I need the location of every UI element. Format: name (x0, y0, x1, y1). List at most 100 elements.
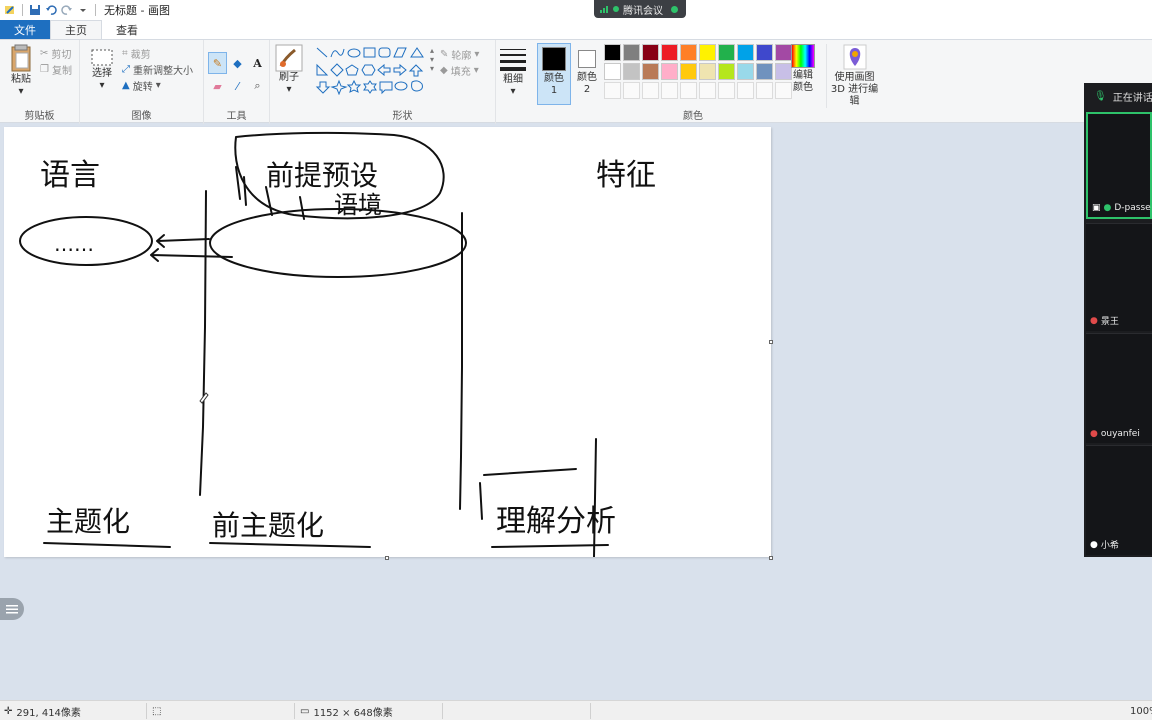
canvas-size-text: 1152 × 648像素 (313, 707, 393, 719)
selection-size: ⬚ (152, 701, 161, 720)
participant-name-row: ● 景王 (1090, 314, 1119, 328)
zoom-level[interactable]: 100% (1130, 701, 1152, 720)
cut-button[interactable]: ✂ 剪切 (40, 45, 72, 61)
participant-tile[interactable]: ▣ ● D-passe (1086, 112, 1152, 219)
fill-icon: ◆ (440, 64, 448, 76)
mic-muted-icon: ● (1090, 315, 1098, 326)
signal-icon (600, 6, 608, 13)
redo-icon[interactable] (61, 4, 73, 16)
group-clipboard: 粘贴 ▾ ✂ 剪切 ❐ 复制 剪贴板 (0, 40, 80, 124)
color-picker-icon[interactable]: ⁄ (228, 75, 247, 97)
window-title: 无标题 - 画图 (104, 4, 170, 17)
clipboard-icon (11, 44, 31, 72)
text-icon[interactable]: A (248, 52, 267, 74)
screen-share-icon: ▣ (1092, 203, 1101, 213)
paste-button[interactable]: 粘贴 ▾ (6, 44, 36, 98)
label-ellipsis: …… (54, 232, 94, 256)
select-label: 选择 (92, 68, 112, 79)
color2-button[interactable]: 颜色 2 (574, 43, 600, 105)
undo-icon[interactable] (45, 4, 57, 16)
paint3d-label: 使用画图 3D 进行编辑 (830, 72, 879, 107)
label-topicalization: 主题化 (46, 505, 130, 538)
participant-tile[interactable]: ● 景王 (1086, 223, 1152, 331)
group-shapes: ▴ ▾ ▾ ✎ 轮廓 ▾ ◆ 填充 ▾ 形状 (310, 40, 496, 124)
tab-home[interactable]: 主页 (50, 20, 102, 39)
arrow-left-top (156, 234, 210, 248)
fill-bucket-icon[interactable]: ◆ (228, 52, 247, 74)
select-rect-icon (91, 49, 113, 66)
resize-handle-right[interactable] (769, 340, 773, 344)
shapes-gallery[interactable] (314, 45, 440, 95)
participant-name-row: ● ouyanfei (1090, 429, 1140, 439)
resize-handle-bottom[interactable] (385, 556, 389, 560)
participant-name-row: ▣ ● D-passe (1092, 203, 1151, 213)
group-label-clipboard: 剪贴板 (24, 111, 55, 122)
copy-icon: ❐ (40, 63, 49, 75)
eraser-icon[interactable]: ▰ (208, 75, 227, 97)
divider-line-right (459, 212, 463, 510)
mic-icon: 🎙 (1094, 91, 1107, 102)
save-icon[interactable] (29, 4, 41, 16)
separator (146, 703, 147, 719)
color2-swatch (578, 50, 596, 68)
meeting-pill-label: 腾讯会议 (623, 5, 663, 17)
label-pre-topicalization: 前主题化 (212, 509, 324, 542)
cursor-position-text: 291, 414像素 (16, 707, 81, 719)
participant-name: 景王 (1100, 317, 1119, 327)
brushes-button[interactable]: 刷子 ▾ (272, 44, 306, 96)
paste-label: 粘贴 (11, 74, 31, 85)
color1-label: 颜色 1 (544, 73, 564, 96)
crop-button[interactable]: ⌗ 裁剪 (122, 45, 193, 61)
crop-icon: ⌗ (122, 47, 128, 59)
floating-menu-button[interactable] (0, 598, 24, 620)
color1-button[interactable]: 颜色 1 (537, 43, 571, 105)
group-image: 选择 ▾ ⌗ 裁剪 ⤢ 重新调整大小 ▲ 旋转 ▾ 图像 (80, 40, 204, 124)
customize-toolbar-icon[interactable] (77, 4, 89, 16)
shapes-scroll-icon[interactable]: ▴ ▾ ▾ (430, 46, 434, 73)
drawing-canvas[interactable]: 语言 前提预设 语境 …… 特征 主题化 前主题化 理解分析 (4, 127, 771, 558)
fill-button[interactable]: ◆ 填充 ▾ (440, 62, 479, 78)
chevron-down-icon: ▾ (99, 80, 105, 91)
edit-colors-button[interactable]: 编辑颜色 (788, 44, 818, 94)
status-bar: ✛ 291, 414像素 ⬚ ▭ 1152 × 648像素 100% (0, 700, 1152, 720)
participant-name: D-passe (1114, 203, 1151, 213)
separator (95, 4, 96, 16)
chevron-down-icon: ▾ (474, 48, 480, 60)
size-label: 粗细 (503, 74, 523, 85)
color1-swatch (542, 47, 566, 71)
paint3d-icon (843, 44, 866, 70)
label-language: 语言 (40, 158, 100, 193)
rotate-button[interactable]: ▲ 旋转 ▾ (122, 77, 193, 93)
underline-pre-topicalization (209, 542, 371, 548)
group-tools: ✎ ◆ A ▰ ⁄ ⌕ 工具 (204, 40, 270, 124)
cursor-position: ✛ 291, 414像素 (4, 701, 81, 720)
resize-handle-corner[interactable] (769, 556, 773, 560)
tab-view[interactable]: 查看 (102, 20, 152, 39)
participant-tile[interactable]: ● ouyanfei (1086, 333, 1152, 443)
group-label-shapes: 形状 (392, 111, 413, 122)
separator (22, 4, 23, 16)
title-bar: 无标题 - 画图 (0, 0, 1152, 20)
canvas-size: ▭ 1152 × 648像素 (300, 701, 393, 720)
participant-name: 小希 (1100, 541, 1119, 551)
meeting-pill[interactable]: 腾讯会议 (594, 0, 686, 18)
magnifier-icon[interactable]: ⌕ (248, 75, 267, 97)
participant-tile[interactable]: ● 小希 (1086, 445, 1152, 555)
paint3d-button[interactable]: 使用画图 3D 进行编辑 (826, 44, 882, 108)
chevron-down-icon: ▾ (510, 86, 516, 97)
expand-icon[interactable] (671, 5, 678, 13)
fill-label: 填充 (450, 66, 471, 78)
resize-button[interactable]: ⤢ 重新调整大小 (122, 61, 193, 77)
pencil-icon[interactable]: ✎ (208, 52, 227, 74)
copy-button[interactable]: ❐ 复制 (40, 61, 72, 77)
bracket-mark (479, 482, 483, 520)
participant-name: ouyanfei (1100, 429, 1140, 439)
outline-button[interactable]: ✎ 轮廓 ▾ (440, 46, 479, 62)
mic-icon: ● (1103, 203, 1112, 213)
label-comprehension: 理解分析 (496, 504, 616, 539)
tab-file[interactable]: 文件 (0, 20, 50, 39)
resize-label: 重新调整大小 (133, 65, 193, 77)
select-button[interactable]: 选择 ▾ (88, 48, 116, 92)
separator (590, 703, 591, 719)
size-button[interactable]: 粗细 ▾ (496, 46, 530, 98)
